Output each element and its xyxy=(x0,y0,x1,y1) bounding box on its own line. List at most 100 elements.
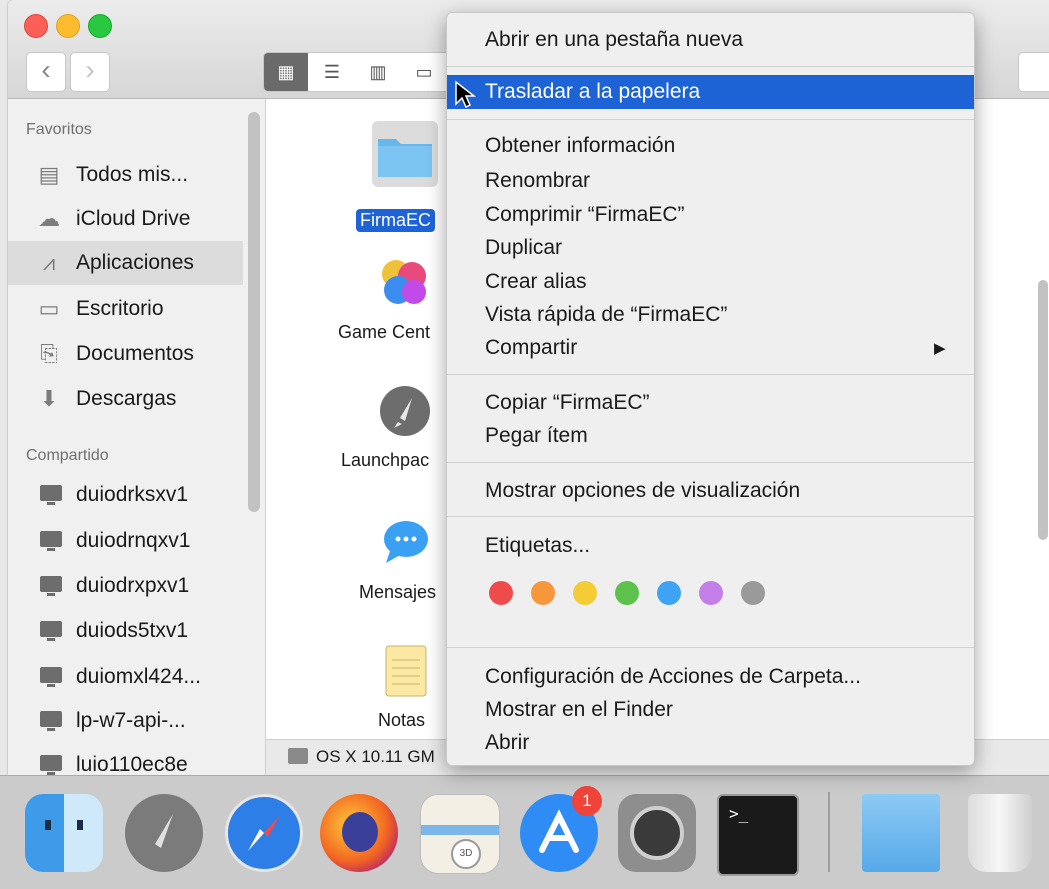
sidebar-item-shared[interactable]: duiodrksxv1 xyxy=(8,473,243,517)
close-button[interactable] xyxy=(24,14,48,38)
system-preferences-icon[interactable] xyxy=(618,794,696,872)
applications-icon: ⩘ xyxy=(42,250,56,275)
sidebar-item-shared[interactable]: luio110ec8e xyxy=(8,743,243,775)
menu-item-open-new-tab[interactable]: Abrir en una pestaña nueva xyxy=(447,23,974,57)
menu-item-paste[interactable]: Pegar ítem xyxy=(447,419,974,453)
sidebar-item-shared[interactable]: lp-w7-api-... xyxy=(8,699,243,743)
file-item-notes[interactable]: Notas xyxy=(356,644,456,734)
launchpad-icon[interactable] xyxy=(125,794,203,872)
icon-view-button[interactable]: ▦ xyxy=(264,53,308,91)
file-item-firmaec[interactable]: FirmaEC xyxy=(356,121,446,232)
menu-item-view-options[interactable]: Mostrar opciones de visualización xyxy=(447,474,974,508)
content-scrollbar[interactable] xyxy=(1038,280,1048,540)
file-item-messages[interactable]: Mensajes xyxy=(356,517,456,617)
terminal-icon[interactable]: >_ xyxy=(717,794,799,876)
tag-red[interactable] xyxy=(489,581,513,605)
tag-gray[interactable] xyxy=(741,581,765,605)
column-view-button[interactable]: ▥ xyxy=(356,53,400,91)
sidebar-item-shared[interactable]: duiodrxpxv1 xyxy=(8,564,243,608)
menu-item-show-in-finder[interactable]: Mostrar en el Finder xyxy=(447,693,974,727)
file-item-launchpad[interactable]: Launchpac xyxy=(341,384,456,484)
menu-item-quick-look[interactable]: Vista rápida de “FirmaEC” xyxy=(447,298,974,332)
sidebar-item-label: Escritorio xyxy=(76,297,164,320)
launchpad-icon xyxy=(380,386,430,436)
folder-icon xyxy=(378,139,432,177)
trash-icon[interactable] xyxy=(968,794,1032,872)
forward-button[interactable]: › xyxy=(70,52,110,92)
cover-flow-button[interactable]: ▭ xyxy=(402,53,446,91)
menu-item-folder-actions[interactable]: Configuración de Acciones de Carpeta... xyxy=(447,660,974,694)
desktop-icon: ▭ xyxy=(38,296,60,321)
computer-icon xyxy=(40,621,62,641)
file-item-label: Mensajes xyxy=(359,582,437,602)
cursor-icon xyxy=(455,80,476,109)
all-files-icon: ▤ xyxy=(38,162,60,187)
menu-separator xyxy=(447,462,974,463)
sidebar-item-label: luio110ec8e xyxy=(76,753,188,775)
tag-blue[interactable] xyxy=(657,581,681,605)
tag-purple[interactable] xyxy=(699,581,723,605)
sidebar-item-all-files[interactable]: ▤ Todos mis... xyxy=(8,153,243,197)
shared-header: Compartido xyxy=(26,447,109,464)
columns-icon: ▥ xyxy=(369,62,387,82)
menu-item-open[interactable]: Abrir xyxy=(447,726,974,760)
list-icon: ☰ xyxy=(323,62,341,82)
folder-icon[interactable] xyxy=(862,794,940,872)
file-item-game-center[interactable]: Game Cent xyxy=(338,254,456,354)
minimize-button[interactable] xyxy=(56,14,80,38)
menu-item-make-alias[interactable]: Crear alias xyxy=(447,265,974,299)
finder-icon[interactable] xyxy=(25,794,103,872)
sidebar-item-label: duiomxl424... xyxy=(76,665,201,688)
tag-orange[interactable] xyxy=(531,581,555,605)
file-item-label: FirmaEC xyxy=(356,209,435,232)
app-store-icon[interactable]: 1 xyxy=(520,786,602,872)
chevron-left-icon: ‹ xyxy=(41,54,51,85)
sidebar-item-shared[interactable]: duiods5txv1 xyxy=(8,609,243,653)
menu-item-rename[interactable]: Renombrar xyxy=(447,164,974,198)
sidebar-item-label: Descargas xyxy=(76,387,177,410)
file-item-label: Notas xyxy=(378,710,426,730)
file-item-label: Launchpac xyxy=(341,450,430,470)
search-field[interactable] xyxy=(1018,52,1049,92)
sidebar-item-desktop[interactable]: ▭ Escritorio xyxy=(8,287,243,331)
zoom-button[interactable] xyxy=(88,14,112,38)
menu-item-get-info[interactable]: Obtener información xyxy=(447,129,974,163)
sidebar-scrollbar[interactable] xyxy=(248,112,260,512)
menu-item-share[interactable]: Compartir ▶ xyxy=(447,331,974,365)
menu-item-copy[interactable]: Copiar “FirmaEC” xyxy=(447,386,974,420)
dock-divider xyxy=(828,792,830,872)
sidebar-item-label: duiodrnqxv1 xyxy=(76,529,191,552)
safari-icon[interactable] xyxy=(225,794,303,872)
tag-yellow[interactable] xyxy=(573,581,597,605)
computer-icon xyxy=(40,711,62,731)
grid-icon: ▦ xyxy=(277,62,295,82)
view-mode-control: ▦ ☰ ▥ ▭ xyxy=(263,52,455,92)
computer-icon xyxy=(40,576,62,596)
sidebar-item-shared[interactable]: duiomxl424... xyxy=(8,655,243,699)
firefox-icon[interactable] xyxy=(320,794,398,872)
menu-item-move-to-trash[interactable]: Trasladar a la papelera xyxy=(447,75,974,109)
submenu-arrow-icon: ▶ xyxy=(934,340,946,357)
path-bar-label: OS X 10.11 GM xyxy=(316,747,435,766)
menu-item-tags[interactable]: Etiquetas... xyxy=(447,529,974,563)
sidebar-item-shared[interactable]: duiodrnqxv1 xyxy=(8,519,243,563)
back-button[interactable]: ‹ xyxy=(26,52,66,92)
menu-separator xyxy=(447,647,974,648)
computer-icon xyxy=(40,755,62,775)
menu-item-duplicate[interactable]: Duplicar xyxy=(447,231,974,265)
download-icon: ⬇ xyxy=(39,386,59,411)
sidebar-item-downloads[interactable]: ⬇ Descargas xyxy=(8,377,243,421)
game-center-icon xyxy=(382,260,426,304)
document-icon: ⎘ xyxy=(40,341,58,366)
sidebar-item-documents[interactable]: ⎘ Documentos xyxy=(8,332,243,376)
menu-item-compress[interactable]: Comprimir “FirmaEC” xyxy=(447,198,974,232)
menu-separator xyxy=(447,516,974,517)
sidebar-item-icloud[interactable]: ☁ iCloud Drive xyxy=(8,197,243,241)
sidebar-item-label: duiodrksxv1 xyxy=(76,483,189,506)
sidebar-item-applications[interactable]: ⩘ Aplicaciones xyxy=(8,241,243,285)
context-menu: Abrir en una pestaña nueva Trasladar a l… xyxy=(446,12,975,766)
maps-icon[interactable]: 3D xyxy=(420,794,500,874)
tag-green[interactable] xyxy=(615,581,639,605)
list-view-button[interactable]: ☰ xyxy=(310,53,354,91)
file-item-label: Game Cent xyxy=(338,322,431,342)
